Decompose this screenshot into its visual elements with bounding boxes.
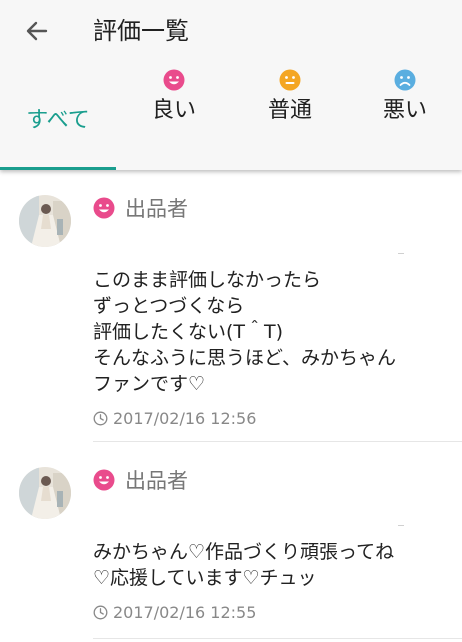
- separator-mark: [398, 525, 404, 526]
- avatar[interactable]: [19, 195, 71, 247]
- review-comment: みかちゃん♡作品づくり頑張ってね ♡応援しています♡チュッ: [93, 539, 453, 591]
- tab-all-label: すべて: [26, 108, 90, 133]
- neutral-face-icon: [279, 69, 301, 91]
- clock-icon: [93, 411, 108, 426]
- avatar[interactable]: [19, 467, 71, 519]
- back-arrow-icon[interactable]: [22, 16, 52, 46]
- tab-normal[interactable]: 普通: [232, 60, 348, 170]
- reviewer-role: 出品者: [125, 197, 188, 221]
- tab-bad-label: 悪い: [382, 98, 427, 123]
- app-bar: 評価一覧 すべて 良い 普通 悪い: [0, 0, 462, 170]
- page-title: 評価一覧: [93, 17, 189, 45]
- review-comment: このまま評価しなかったら ずっとつづくなら 評価したくない(T＾T) そんなふう…: [93, 267, 453, 397]
- comment-line: ♡応援しています♡チュッ: [93, 567, 317, 589]
- comment-line: ずっとつづくなら: [93, 295, 245, 317]
- tab-good[interactable]: 良い: [116, 60, 232, 170]
- review-list: 出品者 このまま評価しなかったら ずっとつづくなら 評価したくない(T＾T) そ…: [0, 170, 462, 642]
- smile-icon: [163, 69, 185, 91]
- review-item: 出品者 みかちゃん♡作品づくり頑張ってね ♡応援しています♡チュッ 2017/0…: [0, 442, 462, 642]
- smile-icon: [93, 469, 115, 491]
- comment-line: ファンです♡: [93, 373, 206, 395]
- comment-line: そんなふうに思うほど、みかちゃん: [93, 347, 397, 369]
- tab-normal-label: 普通: [267, 98, 312, 123]
- rating-tabs: すべて 良い 普通 悪い: [0, 60, 462, 170]
- separator-mark: [398, 253, 404, 254]
- review-date: 2017/02/16 12:55: [93, 602, 256, 624]
- comment-line: みかちゃん♡作品づくり頑張ってね: [93, 541, 395, 563]
- review-date: 2017/02/16 12:56: [93, 408, 256, 430]
- divider: [93, 638, 462, 639]
- review-date-text: 2017/02/16 12:55: [113, 603, 257, 622]
- comment-line: 評価したくない(T＾T): [93, 321, 284, 343]
- tab-indicator: [0, 167, 116, 170]
- sad-face-icon: [394, 69, 416, 91]
- review-item: 出品者 このまま評価しなかったら ずっとつづくなら 評価したくない(T＾T) そ…: [0, 170, 462, 442]
- reviewer-role: 出品者: [125, 469, 188, 493]
- clock-icon: [93, 605, 108, 620]
- comment-line: このまま評価しなかったら: [93, 269, 322, 291]
- tab-good-label: 良い: [151, 98, 196, 123]
- review-date-text: 2017/02/16 12:56: [113, 409, 257, 428]
- smile-icon: [93, 197, 115, 219]
- tab-all[interactable]: すべて: [0, 60, 116, 170]
- tab-bad[interactable]: 悪い: [348, 60, 462, 170]
